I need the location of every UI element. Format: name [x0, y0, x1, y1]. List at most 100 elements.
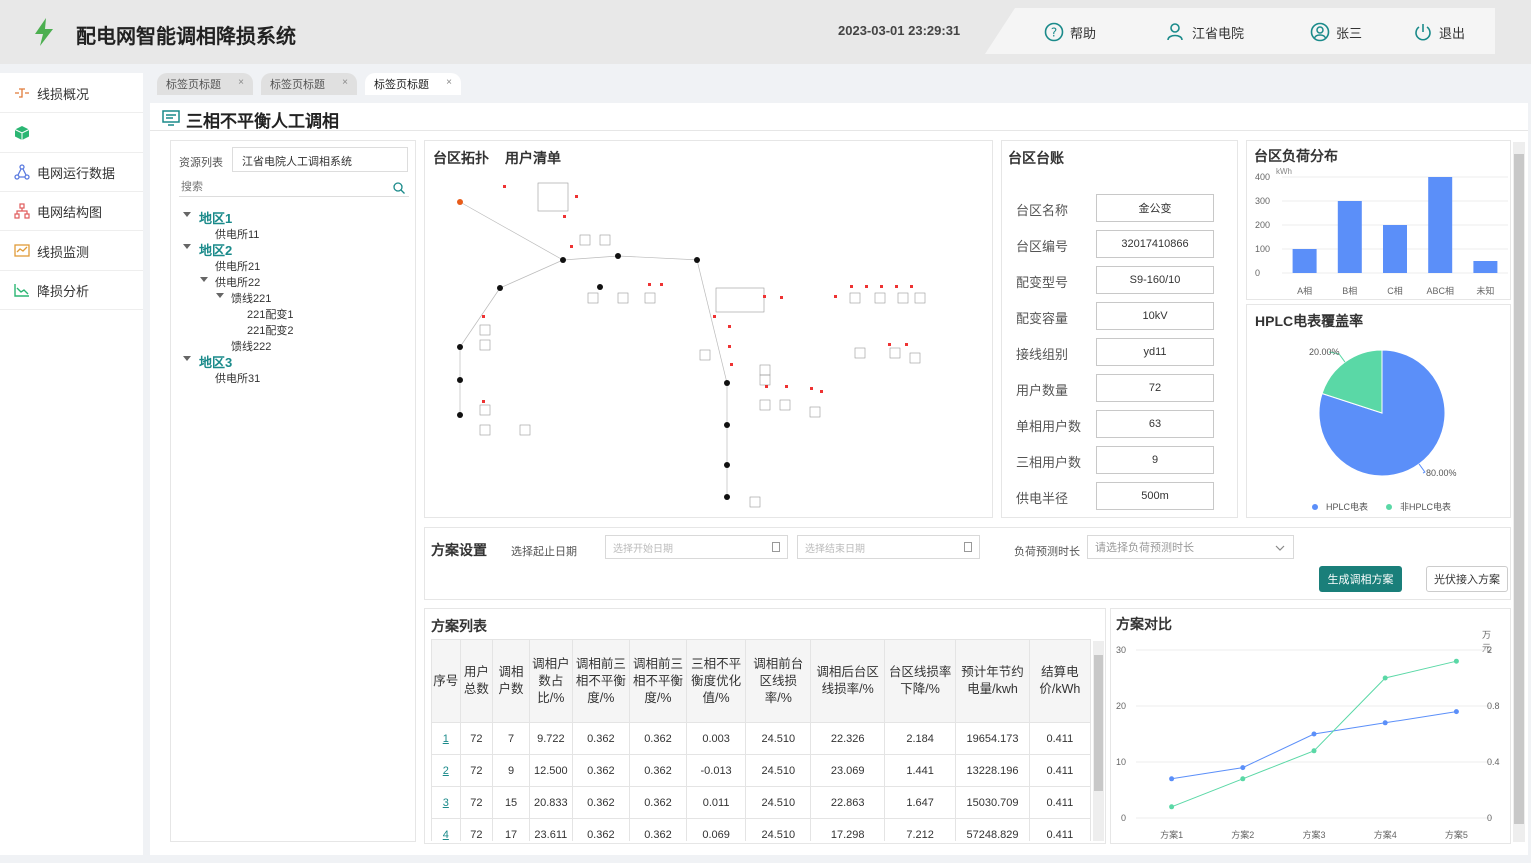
tree-node-region[interactable]: 地区3 [199, 352, 232, 371]
topology-device [909, 352, 921, 364]
topology-alert [730, 363, 733, 366]
topology-device [519, 424, 531, 436]
sidebar-item-analysis[interactable]: 降损分析 [0, 271, 143, 310]
ledger-value: 金公变 [1096, 194, 1214, 222]
tree-node-region[interactable]: 地区2 [199, 240, 232, 259]
user-list-tab[interactable]: 用户清单 [505, 148, 561, 168]
tree-node[interactable]: 供电所21 [215, 258, 260, 274]
topology-alert [713, 315, 716, 318]
forecast-label: 负荷预测时长 [1014, 546, 1080, 558]
tree-node[interactable]: 馈线221 [231, 290, 271, 306]
ledger-label: 配变型号 [1016, 275, 1069, 290]
help-label: 帮助 [1070, 25, 1097, 41]
topology-node [457, 412, 463, 418]
resource-select[interactable]: 江省电院人工调相系统 [232, 147, 408, 172]
topology-device [479, 404, 491, 416]
topology-device [479, 424, 491, 436]
table-row[interactable]: 2 72 9 12.500 0.362 0.362 -0.013 24.510 23.069 1.… [431, 754, 1091, 787]
sidebar-item-grid-data[interactable]: 电网运行数据 [0, 153, 143, 192]
tree-node[interactable]: 馈线222 [231, 338, 271, 354]
topology-device [889, 347, 901, 359]
tree-node[interactable]: 221配变1 [247, 306, 293, 322]
sidebar-item-cube[interactable] [0, 114, 143, 153]
user-button[interactable]: 张三 [1310, 22, 1362, 42]
sidebar-item-label: 降损分析 [37, 283, 90, 299]
x-tick-label: 方案5 [1445, 829, 1468, 840]
table-cell: 2.184 [883, 722, 957, 755]
logout-button[interactable]: 退出 [1413, 22, 1465, 42]
expand-icon[interactable] [216, 293, 224, 298]
expand-icon[interactable] [183, 356, 191, 361]
topology-device [644, 292, 656, 304]
column-header: 调相前三相不平衡度/% [628, 639, 688, 723]
topology-device [854, 347, 866, 359]
tree-node[interactable]: 供电所31 [215, 370, 260, 386]
lightning-logo-icon [35, 18, 53, 46]
right-tick-label: 0 [1487, 813, 1492, 823]
ledger-label: 单相用户数 [1016, 419, 1082, 434]
scheme-compare-chart: 方案对比万元0 010 0.420 0.830 2方案1 方案2 方案3 方案4 方案5 [1116, 616, 1500, 840]
tree-node[interactable]: 221配变2 [247, 322, 293, 338]
tab-1[interactable]: 标签页标题 × [157, 73, 253, 95]
topology-edge [499, 259, 564, 289]
table-row[interactable]: 1 72 7 9.722 0.362 0.362 0.003 24.510 22.326 2.18… [431, 722, 1091, 755]
svg-text:?: ? [1051, 26, 1057, 40]
topology-alert [888, 343, 891, 346]
help-button[interactable]: ? 帮助 [1044, 22, 1096, 42]
close-icon[interactable]: × [342, 77, 348, 88]
topology-alert [765, 385, 768, 388]
scheme-link[interactable]: 1 [443, 733, 449, 745]
tree-node-region[interactable]: 地区1 [199, 208, 232, 227]
tab-3[interactable]: 标签页标题 × [365, 73, 461, 95]
expand-icon[interactable] [183, 244, 191, 249]
topology-tab[interactable]: 台区拓扑 [433, 148, 489, 168]
tree-node[interactable]: 供电所22 [215, 274, 260, 290]
table-scrollbar-thumb[interactable] [1094, 655, 1103, 791]
topology-device [587, 292, 599, 304]
search-input[interactable] [179, 177, 409, 197]
table-row[interactable]: 3 72 15 20.833 0.362 0.362 0.011 24.510 22.863 1.… [431, 786, 1091, 819]
search-icon[interactable] [393, 182, 405, 194]
page-scrollbar-thumb[interactable] [1514, 154, 1524, 824]
sidebar-item-monitor[interactable]: 线损监测 [0, 232, 143, 271]
ledger-value: S9-160/10 [1096, 266, 1214, 294]
close-icon[interactable]: × [238, 77, 244, 88]
generate-plan-button[interactable]: 生成调相方案 [1319, 566, 1402, 592]
close-icon[interactable]: × [446, 77, 452, 88]
tab-2[interactable]: 标签页标题 × [261, 73, 357, 95]
column-header: 台区线损率下降/% [883, 639, 957, 723]
topology-alert [910, 285, 913, 288]
right-tick-label: 0.4 [1487, 757, 1500, 767]
table-cell: 72 [459, 722, 494, 755]
end-date-input[interactable]: 选择结束日期 [797, 535, 980, 559]
table-row[interactable]: 4 72 17 23.611 0.362 0.362 0.069 24.510 17.298 7.… [431, 818, 1091, 841]
scheme-link[interactable]: 4 [443, 829, 449, 841]
x-tick-label: C相 [1387, 285, 1403, 296]
topology-device [779, 399, 791, 411]
topology-node [457, 344, 463, 350]
table-cell: 0.362 [628, 786, 688, 819]
series-point-1 [1240, 776, 1246, 782]
scheme-link[interactable]: 2 [443, 765, 449, 777]
series-point-0 [1382, 720, 1388, 726]
topology-diagram[interactable] [430, 175, 990, 513]
sidebar-item-structure[interactable]: 电网结构图 [0, 192, 143, 231]
table-body: 1 72 7 9.722 0.362 0.362 0.003 24.510 22.326 2.18… [431, 722, 1091, 841]
expand-icon[interactable] [200, 277, 208, 282]
x-tick-label: 方案4 [1374, 829, 1397, 840]
page-title: 三相不平衡人工调相 [186, 112, 339, 131]
x-tick-label: ABC相 [1426, 285, 1454, 296]
topology-edge [459, 201, 564, 261]
expand-icon[interactable] [183, 212, 191, 217]
org-button[interactable]: 江省电院 [1166, 22, 1244, 42]
monitor-icon [14, 244, 30, 257]
resource-label: 资源列表 [179, 157, 223, 169]
pv-plan-button[interactable]: 光伏接入方案 [1426, 566, 1508, 592]
table-cell: 9 [492, 754, 530, 787]
sidebar-item-line-loss[interactable]: 线损概况 [0, 74, 143, 113]
forecast-select[interactable]: 请选择负荷预测时长 [1087, 535, 1294, 559]
scheme-link[interactable]: 3 [443, 797, 449, 809]
table-cell: 24.510 [745, 786, 812, 819]
start-date-input[interactable]: 选择开始日期 [605, 535, 788, 559]
table-cell: 2 [431, 754, 461, 787]
